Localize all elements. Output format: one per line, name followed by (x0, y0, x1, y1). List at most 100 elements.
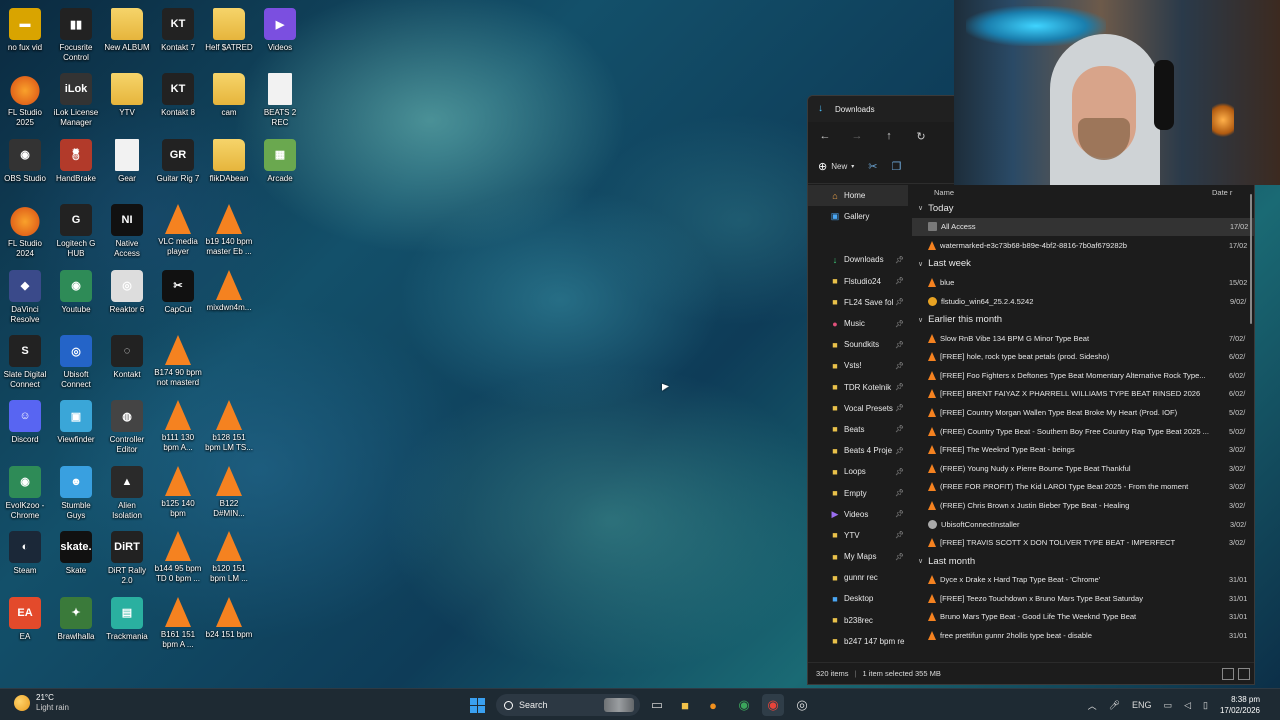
obs-taskbar-icon[interactable]: ◎ (791, 694, 813, 716)
battery-icon[interactable]: ▯ (1203, 700, 1208, 711)
desktop-icon-evolkzoo-[interactable]: ◉ EvolKzoo - Chrome (0, 464, 50, 530)
microphone-icon[interactable]: 🎤︎ (1109, 700, 1120, 711)
group-header[interactable]: ∨ Today (912, 199, 1254, 218)
chrome-active-taskbar-icon[interactable]: ◉ (762, 694, 784, 716)
desktop-icon-b111-130[interactable]: b111 130 bpm A... (153, 398, 203, 464)
desktop-icon-skate[interactable]: skate. Skate (51, 529, 101, 595)
sidebar-item-soundkits[interactable]: ■ Soundkits 📌︎ (808, 334, 908, 355)
copy-icon[interactable]: ❐ (891, 160, 901, 173)
file-row[interactable]: [FREE] TRAVIS SCOTT X DON TOLIVER TYPE B… (912, 533, 1254, 552)
desktop-icon-no-fux-vid[interactable]: ▬ no fux vid (0, 6, 50, 72)
desktop-icon-logitech-g[interactable]: G Logitech G HUB (51, 202, 101, 268)
start-button[interactable] (466, 694, 488, 716)
up-arrow-icon[interactable]: ↑ (878, 130, 900, 142)
file-row[interactable]: [FREE] hole, rock type beat petals (prod… (912, 347, 1254, 366)
desktop-icon-native[interactable]: NI Native Access (102, 202, 152, 268)
refresh-icon[interactable]: ↻ (910, 130, 932, 143)
file-row[interactable]: Bruno Mars Type Beat - Good Life The Wee… (912, 608, 1254, 627)
desktop-icon-capcut[interactable]: ✂ CapCut (153, 268, 203, 334)
desktop-icon-flikdabean[interactable]: flikDAbean (204, 137, 254, 203)
sidebar-item-downloads[interactable]: ↓ Downloads 📌︎ (808, 249, 908, 270)
desktop-icon-new-album[interactable]: New ALBUM (102, 6, 152, 72)
desktop-icon-slate-digital[interactable]: S Slate Digital Connect (0, 333, 50, 399)
fl-studio-taskbar-icon[interactable]: ● (702, 694, 724, 716)
sidebar-item-ytv[interactable]: ■ YTV 📌︎ (808, 525, 908, 546)
sidebar-item-tdr-kotelnik[interactable]: ■ TDR Kotelnik 📌︎ (808, 377, 908, 398)
sidebar-item-videos[interactable]: ▶ Videos 📌︎ (808, 504, 908, 525)
file-row[interactable]: (FREE FOR PROFIT) The Kid LAROI Type Bea… (912, 478, 1254, 497)
desktop-icon-brawlhalla[interactable]: ✦ Brawlhalla (51, 595, 101, 661)
desktop-icon-gear[interactable]: Gear (102, 137, 152, 203)
desktop-icon-fl-studio[interactable]: FL Studio 2025 (0, 71, 50, 137)
desktop-icon-viewfinder[interactable]: ▣ Viewfinder (51, 398, 101, 464)
desktop-icon-kontakt[interactable]: ◌ Kontakt (102, 333, 152, 399)
desktop-icon-vlc-media[interactable]: VLC media player (153, 202, 203, 268)
desktop-icon-helf-atred[interactable]: Helf $ATRED (204, 6, 254, 72)
desktop-icon-reaktor-6[interactable]: ◎ Reaktor 6 (102, 268, 152, 334)
sidebar-item-b247-147-bpm-re[interactable]: ■ b247 147 bpm re (808, 631, 908, 652)
group-header[interactable]: ∨ Last month (912, 552, 1254, 571)
desktop-icon-davinci[interactable]: ◆ DaVinci Resolve (0, 268, 50, 334)
file-row[interactable]: All Access 17/02 (912, 217, 1254, 237)
search-box[interactable]: Search (496, 694, 640, 716)
file-row[interactable]: flstudio_win64_25.2.4.5242 9/02/ (912, 292, 1254, 311)
file-explorer-taskbar-icon[interactable]: ■ (674, 694, 696, 716)
group-header[interactable]: ∨ Last week (912, 255, 1254, 274)
sidebar-item-gallery[interactable]: ▣ Gallery (808, 206, 908, 227)
desktop-icon-fl-studio[interactable]: FL Studio 2024 (0, 202, 50, 268)
sidebar-item-b238rec[interactable]: ■ b238rec (808, 610, 908, 631)
desktop-icon-b19-140-bpm[interactable]: b19 140 bpm master Eb ... (204, 202, 254, 268)
desktop-icon-b161-151[interactable]: B161 151 bpm A ... (153, 595, 203, 661)
file-row[interactable]: UbisoftConnectInstaller 3/02/ (912, 515, 1254, 534)
sidebar-item-gunnr-rec[interactable]: ■ gunnr rec (808, 567, 908, 588)
desktop-icon-focusrite[interactable]: ▮▮ Focusrite Control (51, 6, 101, 72)
desktop-icon-stumble[interactable]: ☻ Stumble Guys (51, 464, 101, 530)
sidebar-item-vsts-[interactable]: ■ Vsts! 📌︎ (808, 355, 908, 376)
file-row[interactable]: Dyce x Drake x Hard Trap Type Beat - 'Ch… (912, 571, 1254, 590)
desktop-icon-handbrake[interactable]: 🍍︎ HandBrake (51, 137, 101, 203)
desktop-icon-videos[interactable]: ▶ Videos (255, 6, 305, 72)
desktop-icon-b120-151[interactable]: b120 151 bpm LM ... (204, 529, 254, 595)
file-row[interactable]: [FREE] Country Morgan Wallen Type Beat B… (912, 403, 1254, 422)
sidebar-item-beats[interactable]: ■ Beats 📌︎ (808, 419, 908, 440)
sidebar-item-fl24-save-fol[interactable]: ■ FL24 Save fol 📌︎ (808, 292, 908, 313)
file-row[interactable]: [FREE] BRENT FAIYAZ X PHARRELL WILLIAMS … (912, 385, 1254, 404)
desktop-icon-arcade[interactable]: ▦ Arcade (255, 137, 305, 203)
language-indicator[interactable]: ENG (1132, 700, 1152, 710)
desktop-icon-ea[interactable]: EA EA (0, 595, 50, 661)
desktop-icon-kontakt-7[interactable]: KT Kontakt 7 (153, 6, 203, 72)
desktop-icon-dirt-rally-2-0[interactable]: DiRT DiRT Rally 2.0 (102, 529, 152, 595)
file-row[interactable]: [FREE] The Weeknd Type Beat - beings 3/02… (912, 440, 1254, 459)
desktop-icon-ubisoft[interactable]: ◎ Ubisoft Connect (51, 333, 101, 399)
new-button[interactable]: ⊕ New ▾ (818, 160, 854, 173)
tiles-view-icon[interactable] (1238, 667, 1250, 680)
volume-icon[interactable]: ◁ (1184, 700, 1191, 711)
chevron-up-icon[interactable]: ︿ (1088, 699, 1097, 712)
desktop-icon-b174-90-bpm[interactable]: B174 90 bpm not masterd (153, 333, 203, 399)
desktop-icon-mixdwn4m-[interactable]: mixdwn4m... (204, 268, 254, 334)
chrome-taskbar-icon[interactable]: ◉ (733, 694, 755, 716)
desktop-icon-ytv[interactable]: YTV (102, 71, 152, 137)
network-icon[interactable]: ▭ (1164, 700, 1173, 711)
desktop-icon-b24-151-bpm[interactable]: b24 151 bpm (204, 595, 254, 661)
desktop-icon-b125-140[interactable]: b125 140 bpm (153, 464, 203, 530)
file-row[interactable]: (FREE) Chris Brown x Justin Bieber Type … (912, 496, 1254, 515)
sidebar-item-my-maps[interactable]: ■ My Maps 📌︎ (808, 546, 908, 567)
file-row[interactable]: [FREE] Foo Fighters x Deftones Type Beat… (912, 366, 1254, 385)
sidebar-item-home[interactable]: ⌂ Home (808, 185, 908, 207)
desktop-icon-alien[interactable]: ▲ Alien Isolation (102, 464, 152, 530)
desktop-icon-steam[interactable]: ◐ Steam (0, 529, 50, 595)
scrollbar[interactable] (1250, 194, 1252, 324)
file-row[interactable]: watermarked-e3c73b68-b89e-4bf2-8816-7b0a… (912, 236, 1254, 255)
desktop-icon-youtube[interactable]: ◉ Youtube (51, 268, 101, 334)
desktop-icon-trackmania[interactable]: ▤ Trackmania (102, 595, 152, 661)
file-row[interactable]: free prettifun gunnr 2hollis type beat -… (912, 626, 1254, 645)
sidebar-item-desktop[interactable]: ■ Desktop (808, 588, 908, 609)
date-column-header[interactable]: Date r (1212, 188, 1254, 197)
back-arrow-icon[interactable]: ← (814, 130, 836, 142)
desktop-icon-kontakt-8[interactable]: KT Kontakt 8 (153, 71, 203, 137)
desktop-icon-ilok-license[interactable]: iLok iLok License Manager (51, 71, 101, 137)
desktop-icon-cam[interactable]: cam (204, 71, 254, 137)
file-row[interactable]: blue 15/02 (912, 273, 1254, 292)
details-view-icon[interactable] (1222, 667, 1234, 680)
